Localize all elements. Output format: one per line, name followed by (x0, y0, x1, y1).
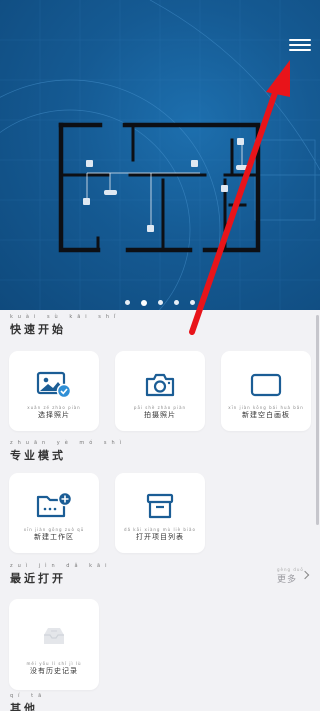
card-label: xīn jiàn gōng zuò qū 新建工作区 (9, 527, 99, 542)
banner-page-indicator (0, 299, 320, 306)
card-label-pinyin: méi yǒu lì shǐ jì lù (26, 661, 82, 666)
page-dot[interactable] (190, 300, 195, 305)
open-project-list-button[interactable]: dǎ kāi xiàng mù liè biǎo 打开项目列表 (115, 473, 205, 553)
folder-add-icon (9, 491, 99, 521)
card-label: xīn jiàn kōng bái huà bǎn 新建空白画板 (221, 405, 311, 420)
section-title-pinyin: kuài sù kāi shǐ (10, 314, 121, 320)
card-label-pinyin: pāi shè zhào piàn (133, 405, 187, 410)
section-title-pro-mode: zhuān yè mó shì 专业模式 (10, 440, 126, 463)
page-dot-active[interactable] (141, 299, 147, 306)
hamburger-menu-icon[interactable] (285, 36, 315, 58)
section-title-text: 专业模式 (10, 449, 66, 462)
section-title-pinyin: zhuān yè mó shì (10, 440, 127, 446)
card-label-text: 打开项目列表 (136, 533, 184, 541)
section-title-other: qí tā 其他 (10, 693, 46, 711)
more-link-pinyin: gèng duō (277, 567, 304, 572)
menu-line (289, 39, 311, 41)
empty-tray-icon (9, 625, 99, 647)
section-title-text: 快速开始 (10, 323, 66, 336)
card-label: méi yǒu lì shǐ jì lù 没有历史记录 (9, 661, 99, 676)
new-blank-canvas-button[interactable]: xīn jiàn kōng bái huà bǎn 新建空白画板 (221, 351, 311, 431)
archive-box-icon (115, 491, 205, 521)
card-label-pinyin: xuǎn zé zhào piàn (27, 405, 81, 410)
section-title-recent: zuì jìn dǎ kāi 最近打开 (10, 563, 111, 586)
card-label-text: 选择照片 (38, 411, 70, 419)
page-dot[interactable] (158, 300, 163, 305)
menu-line (289, 44, 311, 46)
card-label-text: 没有历史记录 (30, 667, 78, 675)
new-workspace-button[interactable]: xīn jiàn gōng zuò qū 新建工作区 (9, 473, 99, 553)
card-label: dǎ kāi xiàng mù liè biǎo 打开项目列表 (115, 527, 205, 542)
more-link-text: 更多 (277, 575, 298, 585)
menu-line (289, 49, 311, 51)
section-title-text: 其他 (10, 702, 38, 711)
section-title-text: 最近打开 (10, 572, 66, 585)
page-dot[interactable] (125, 300, 130, 305)
card-label-pinyin: xīn jiàn kōng bái huà bǎn (228, 405, 304, 410)
card-label: pāi shè zhào piàn 拍摄照片 (115, 405, 205, 420)
card-label: xuǎn zé zhào piàn 选择照片 (9, 405, 99, 420)
page-dot[interactable] (174, 300, 179, 305)
card-label-text: 拍摄照片 (144, 411, 176, 419)
section-title-pinyin: zuì jìn dǎ kāi (10, 563, 112, 569)
card-label-text: 新建工作区 (34, 533, 74, 541)
empty-history-card: méi yǒu lì shǐ jì lù 没有历史记录 (9, 599, 99, 690)
card-label-pinyin: dǎ kāi xiàng mù liè biǎo (124, 527, 196, 532)
floor-plan-illustration (0, 0, 320, 310)
card-label-pinyin: xīn jiàn gōng zuò qū (23, 527, 85, 532)
more-link[interactable]: gèng duō 更多 (277, 567, 304, 585)
hero-banner[interactable] (0, 0, 320, 310)
photo-check-icon (9, 371, 99, 399)
blank-canvas-icon (221, 371, 311, 399)
select-photo-button[interactable]: xuǎn zé zhào piàn 选择照片 (9, 351, 99, 431)
card-label-text: 新建空白画板 (242, 411, 290, 419)
scrollbar[interactable] (316, 315, 319, 525)
take-photo-button[interactable]: pāi shè zhào piàn 拍摄照片 (115, 351, 205, 431)
section-title-quick-start: kuài sù kāi shǐ 快速开始 (10, 314, 120, 337)
section-title-pinyin: qí tā (10, 693, 47, 699)
camera-icon (115, 371, 205, 399)
